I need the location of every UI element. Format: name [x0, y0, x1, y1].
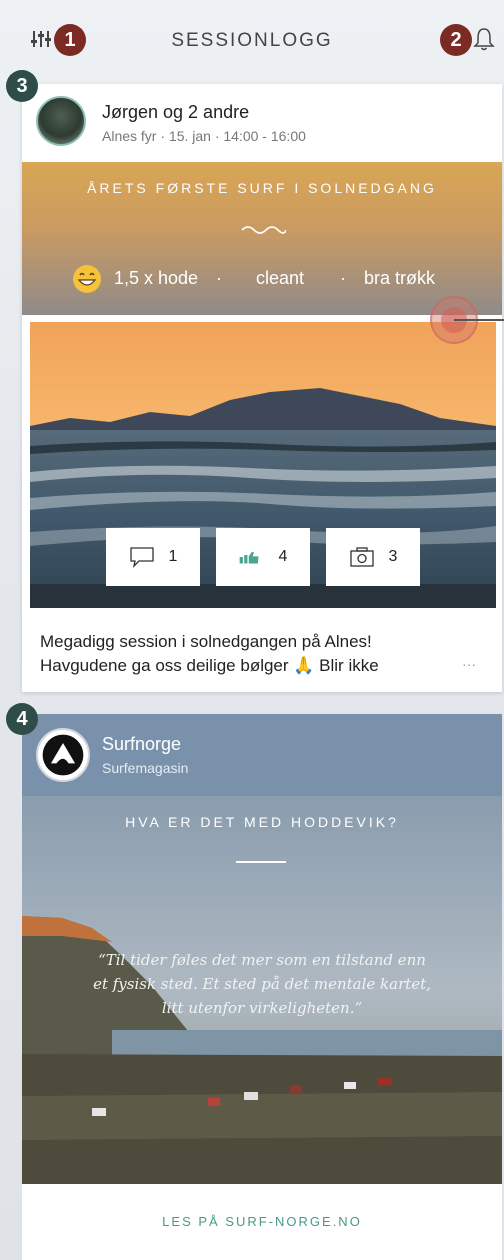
- camera-icon: [349, 547, 374, 567]
- photos-button[interactable]: 3: [326, 528, 420, 586]
- page-title: SESSIONLOGG: [171, 30, 333, 51]
- description-line: Havgudene ga oss deilige bølger 🙏 Blir i…: [40, 656, 379, 675]
- brand-type: Surfemagasin: [102, 760, 189, 776]
- likes-button[interactable]: 4: [216, 528, 310, 586]
- photos-count: 3: [388, 548, 398, 565]
- quote-line: “Til tider føles det mer som en tilstand…: [98, 951, 426, 969]
- condition-wave-size: 1,5 x hode: [114, 268, 199, 288]
- condition-crowd: bra trøkk: [364, 268, 436, 288]
- annotation-badge-2: 2: [440, 24, 472, 56]
- annotation-badge-3: 3: [6, 70, 38, 102]
- article-card-header: Surfnorge Surfemagasin: [22, 714, 502, 796]
- more-icon[interactable]: ···: [462, 656, 476, 672]
- top-bar: 1 SESSIONLOGG 2: [0, 0, 504, 82]
- likes-count: 4: [278, 548, 288, 565]
- session-user-name[interactable]: Jørgen og 2 andre: [102, 102, 249, 123]
- condition-separator: ·: [340, 268, 346, 288]
- wave-icon: [241, 226, 286, 234]
- article-card[interactable]: Surfnorge Surfemagasin HVA ER DET MED HO…: [22, 714, 502, 1260]
- avatar[interactable]: [36, 96, 86, 146]
- session-card[interactable]: Jørgen og 2 andre Alnes fyr · 15. jan · …: [22, 84, 502, 692]
- quote-line: litt utenfor virkeligheten.”: [161, 999, 363, 1017]
- session-banner-title: ÅRETS FØRSTE SURF I SOLNEDGANG: [87, 180, 437, 196]
- surfnorge-logo-icon[interactable]: [36, 728, 90, 782]
- annotation-badge-4: 4: [6, 703, 38, 735]
- session-description[interactable]: Megadigg session i solnedgangen på Alnes…: [40, 630, 460, 678]
- comment-icon: [129, 547, 154, 568]
- condition-wind: cleant: [256, 268, 305, 288]
- session-meta: Alnes fyr · 15. jan · 14:00 - 16:00: [102, 128, 306, 144]
- drag-handle-line: [454, 319, 504, 321]
- read-more-link[interactable]: LES PÅ SURF-NORGE.NO: [22, 1214, 502, 1229]
- comments-button[interactable]: 1: [106, 528, 200, 586]
- article-title[interactable]: HVA ER DET MED HODDEVIK?: [22, 814, 502, 830]
- article-quote: “Til tider føles det mer som en tilstand…: [82, 948, 442, 1020]
- bell-icon[interactable]: [472, 26, 496, 52]
- description-line: Megadigg session i solnedgangen på Alnes…: [40, 632, 372, 651]
- comments-count: 1: [168, 548, 178, 565]
- thumbs-up-icon: [239, 551, 259, 564]
- divider: [236, 861, 286, 863]
- quote-line: et fysisk sted. Et sted på det mentale k…: [93, 975, 431, 993]
- condition-separator: ·: [216, 268, 222, 288]
- session-banner: ÅRETS FØRSTE SURF I SOLNEDGANG 1,5 x hod…: [22, 162, 502, 315]
- grinning-emoji-icon: [73, 265, 101, 293]
- brand-name[interactable]: Surfnorge: [102, 734, 181, 755]
